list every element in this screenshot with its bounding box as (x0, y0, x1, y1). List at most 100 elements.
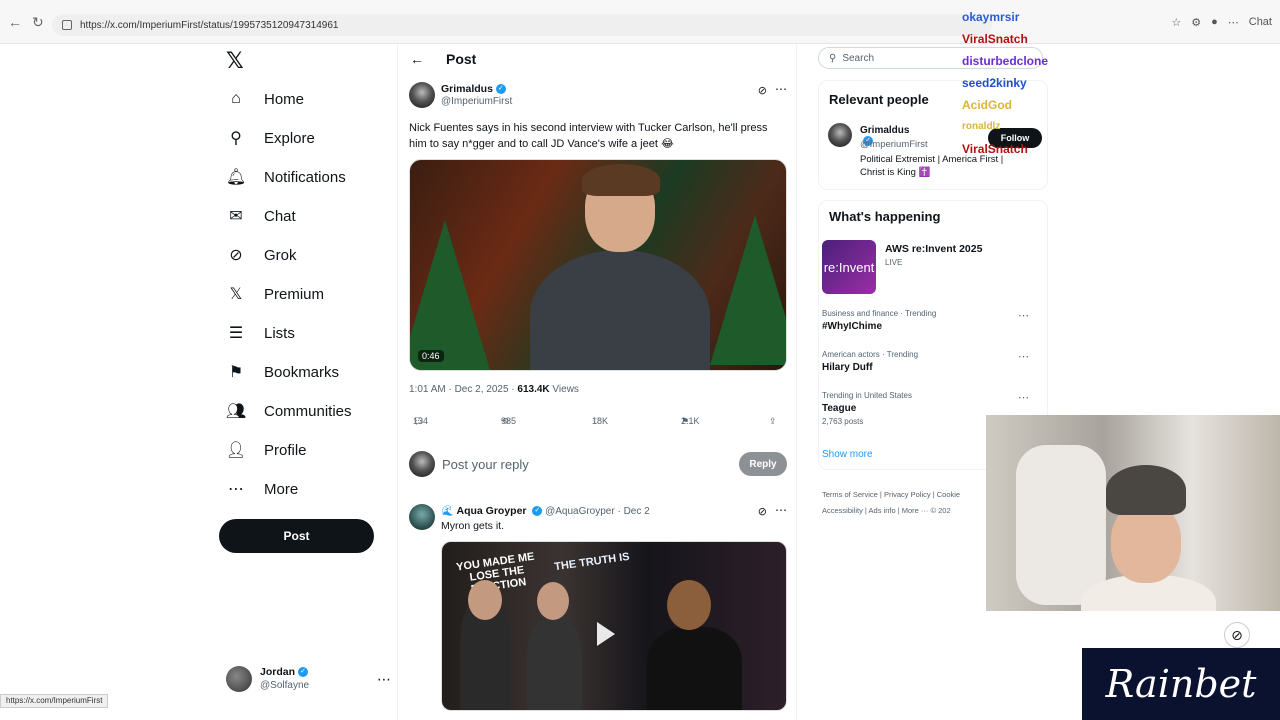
sponsor-logo: Rainbet (1082, 648, 1280, 720)
trend-more-icon[interactable]: ⋯ (1018, 391, 1029, 404)
lock-icon (62, 20, 72, 30)
reply-author-name[interactable]: Aqua Groyper (456, 505, 526, 517)
nav-item-chat[interactable]: ✉ Chat (226, 201, 295, 231)
more-circle-icon: ⋯ (228, 481, 244, 498)
relevant-people-title: Relevant people (829, 92, 929, 107)
bookmark-icon: ⚑ (228, 364, 244, 381)
account-handle: @Solfayne (260, 680, 310, 691)
chat-username: ViralSnatch (962, 32, 1028, 46)
grok-icon: ⊘ (229, 247, 243, 264)
main-column: ← Post Grimaldus ✓ @ImperiumFirst ⊘ ⋯ Nic… (397, 44, 797, 720)
verified-icon: ✓ (298, 667, 309, 678)
video-sign-text: THE TRUTH IS (553, 550, 631, 574)
nav-item-more[interactable]: ⋯ More (226, 474, 298, 504)
avatar (226, 666, 252, 692)
list-icon: ☰ (228, 325, 244, 342)
nav-item-explore[interactable]: ⚲ Explore (226, 123, 315, 153)
christmas-tree (710, 215, 786, 365)
trend-more-icon[interactable]: ⋯ (1018, 350, 1029, 363)
tweet-time[interactable]: 1:01 AM · Dec 2, 2025 · (409, 384, 517, 395)
author-name[interactable]: Grimaldus (441, 83, 493, 95)
profile-icon[interactable]: ● (1211, 16, 1218, 29)
views-label: Views (549, 384, 579, 395)
trend-item[interactable]: Business and finance · Trending #WhyIChi… (822, 309, 1037, 332)
tweet-text: Nick Fuentes says in his second intervie… (409, 122, 768, 150)
person-icon: 👤︎ (225, 442, 247, 459)
status-bar-url: https://x.com/ImperiumFirst (0, 694, 109, 708)
browser-actions: ☆ ⚙ ● ⋯ Chat (1171, 16, 1272, 29)
verified-icon: ✓ (495, 84, 506, 95)
browser-chat-button[interactable]: Chat (1249, 16, 1272, 29)
nav-item-profile[interactable]: 👤︎ Profile (226, 435, 307, 465)
event-title[interactable]: AWS re:Invent 2025 (885, 243, 982, 255)
person-handle[interactable]: @ImperiumFirst (860, 139, 928, 150)
mail-icon: ✉ (229, 208, 243, 225)
grok-floating-icon[interactable]: ⊘ (1224, 622, 1250, 648)
reply-handle-date[interactable]: @AquaGroyper · Dec 2 (545, 506, 650, 517)
url-text: https://x.com/ImperiumFirst/status/19957… (80, 19, 339, 31)
person-name[interactable]: Grimaldus (860, 125, 909, 136)
avatar[interactable] (409, 504, 435, 530)
event-status: LIVE (885, 258, 903, 267)
reload-icon[interactable]: ↻ (32, 14, 44, 31)
menu-icon[interactable]: ⋯ (1228, 16, 1239, 29)
grok-icon[interactable]: ⊘ (758, 84, 767, 97)
show-more-link[interactable]: Show more (822, 449, 873, 460)
chat-username: disturbedclone (962, 54, 1049, 68)
whats-happening-title: What's happening (829, 209, 941, 224)
wave-icon: 🌊︎ (441, 506, 454, 517)
avatar[interactable] (409, 82, 435, 108)
reply-more-icon[interactable]: ⋯ (775, 503, 787, 517)
avatar[interactable] (828, 123, 852, 147)
home-icon: ⌂ (231, 90, 241, 107)
account-switcher[interactable]: Jordan ✓ @Solfayne ⋯ (226, 664, 391, 694)
chat-username: ronaldlz (962, 121, 1001, 132)
back-nav-icon[interactable]: ← (8, 14, 22, 30)
author-handle[interactable]: @ImperiumFirst (441, 96, 512, 107)
share-icon[interactable]: ⇪ (769, 416, 777, 427)
video-person (530, 164, 710, 370)
nav-item-communities[interactable]: 👥︎ Communities (226, 396, 352, 426)
stream-chat-overlay: okaymrsir ViralSnatch disturbedclone see… (962, 6, 1142, 160)
reply-video[interactable]: YOU MADE ME LOSE THE ELECTION THE TRUTH … (441, 541, 787, 711)
tweet-actions: 💬︎ 134 ⟲ 985 ♡ 18K ⚑ 2.1K ⇪ (413, 416, 777, 427)
tweet-author: Grimaldus ✓ @ImperiumFirst ⊘ ⋯ (409, 82, 787, 112)
chat-username: AcidGod (962, 98, 1012, 112)
nav-item-home[interactable]: ⌂ Home (226, 84, 304, 114)
reply-input[interactable]: Post your reply (442, 457, 529, 472)
back-arrow-icon[interactable]: ← (410, 51, 430, 67)
star-icon[interactable]: ☆ (1171, 16, 1181, 29)
play-icon[interactable] (597, 622, 615, 646)
nav-item-bookmarks[interactable]: ⚑ Bookmarks (226, 357, 339, 387)
account-more-icon[interactable]: ⋯ (377, 671, 391, 688)
avatar (409, 451, 435, 477)
reply-text: Myron gets it. (441, 520, 505, 532)
x-logo-icon[interactable]: 𝕏 (226, 48, 244, 74)
video-duration: 0:46 (418, 350, 444, 362)
tweet-video[interactable]: 0:46 (409, 159, 787, 371)
extensions-icon[interactable]: ⚙ (1191, 16, 1201, 29)
trend-more-icon[interactable]: ⋯ (1018, 309, 1029, 322)
post-button[interactable]: Post (219, 519, 374, 553)
nav-item-premium[interactable]: 𝕏 Premium (226, 279, 324, 309)
account-name: Jordan (260, 666, 296, 678)
christmas-tree (410, 220, 490, 370)
reply-button[interactable]: Reply (739, 452, 787, 476)
left-navigation: 𝕏 ⌂ Home ⚲ Explore 🔔︎ Notifications ✉ Chat ⊘… (218, 44, 391, 720)
view-count: 613.4K (517, 384, 550, 395)
address-bar[interactable]: https://x.com/ImperiumFirst/status/19957… (52, 14, 992, 36)
x-logo-icon: 𝕏 (229, 286, 243, 303)
grok-icon[interactable]: ⊘ (758, 505, 767, 518)
verified-icon: ✓ (532, 506, 543, 517)
webcam-overlay (986, 415, 1280, 611)
reply-composer: Post your reply Reply (409, 450, 787, 478)
people-icon: 👥︎ (225, 403, 247, 420)
nav-item-notifications[interactable]: 🔔︎ Notifications (226, 162, 346, 192)
trend-item[interactable]: American actors · Trending Hilary Duff ⋯ (822, 350, 1037, 373)
nav-item-grok[interactable]: ⊘ Grok (226, 240, 296, 270)
tweet-more-icon[interactable]: ⋯ (775, 82, 787, 96)
page-title: Post (446, 51, 477, 67)
nav-item-lists[interactable]: ☰ Lists (226, 318, 295, 348)
event-image[interactable]: re:Invent (822, 240, 876, 294)
search-icon: ⚲ (829, 52, 837, 64)
